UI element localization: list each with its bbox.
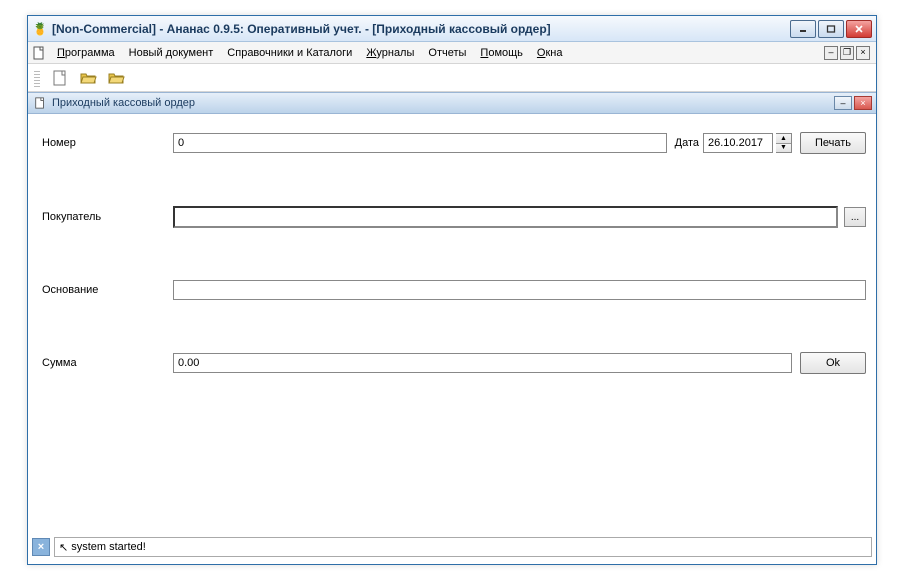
minimize-button[interactable] <box>790 20 816 38</box>
child-close-button[interactable]: × <box>854 96 872 110</box>
menu-reports[interactable]: Отчеты <box>421 45 473 61</box>
menu-windows[interactable]: Окна <box>530 45 570 61</box>
label-basis: Основание <box>38 284 173 296</box>
number-input[interactable] <box>173 133 667 153</box>
sum-input[interactable] <box>173 353 792 373</box>
menu-journals[interactable]: Журналы <box>359 45 421 61</box>
row-buyer: Покупатель ... <box>38 206 866 228</box>
document-icon <box>32 46 46 60</box>
window-title: [Non-Commercial] - Ананас 0.9.5: Операти… <box>52 22 790 36</box>
row-sum: Сумма Ok <box>38 352 866 374</box>
menu-new-document[interactable]: Новый документ <box>122 45 221 61</box>
child-minimize-button[interactable]: – <box>834 96 852 110</box>
child-window-title: Приходный кассовый ордер <box>52 97 834 109</box>
row-basis: Основание <box>38 280 866 300</box>
status-pointer-icon: ↖ <box>59 541 68 554</box>
mdi-controls: – ❐ × <box>824 46 870 60</box>
status-message-box: ↖ system started! <box>54 537 872 557</box>
label-buyer: Покупатель <box>38 211 173 223</box>
child-document-icon <box>32 95 48 111</box>
label-date: Дата <box>675 137 699 149</box>
label-sum: Сумма <box>38 357 173 369</box>
mdi-minimize-button[interactable]: – <box>824 46 838 60</box>
ok-button[interactable]: Ok <box>800 352 866 374</box>
child-window: Приходный кассовый ордер – × Номер Дата … <box>28 92 876 484</box>
mdi-close-button[interactable]: × <box>856 46 870 60</box>
menu-catalogs[interactable]: Справочники и Каталоги <box>220 45 359 61</box>
menu-help[interactable]: Помощь <box>473 45 530 61</box>
buyer-input[interactable] <box>173 206 838 228</box>
status-message-text: system started! <box>71 541 146 553</box>
toolbar-new-icon[interactable] <box>49 67 71 89</box>
toolbar-open2-icon[interactable] <box>105 67 127 89</box>
maximize-button[interactable] <box>818 20 844 38</box>
mdi-restore-button[interactable]: ❐ <box>840 46 854 60</box>
menu-journals-rest: урналы <box>376 47 414 59</box>
close-button[interactable] <box>846 20 872 38</box>
print-button[interactable]: Печать <box>800 132 866 154</box>
date-input[interactable] <box>703 133 773 153</box>
spin-down-icon[interactable]: ▼ <box>776 144 791 153</box>
label-number: Номер <box>38 137 173 149</box>
main-window: 🍍 [Non-Commercial] - Ананас 0.9.5: Опера… <box>27 15 877 565</box>
titlebar: 🍍 [Non-Commercial] - Ананас 0.9.5: Опера… <box>28 16 876 42</box>
status-close-icon[interactable]: × <box>32 538 50 556</box>
menu-program[interactable]: Программа <box>50 45 122 61</box>
statusbar: × ↖ system started! <box>32 536 872 558</box>
menu-help-rest: омощь <box>488 47 523 59</box>
toolbar <box>28 64 876 92</box>
toolbar-grip <box>34 69 40 87</box>
form-area: Номер Дата ▲ ▼ Печать Покупатель ... <box>28 114 876 484</box>
menubar: Программа Новый документ Справочники и К… <box>28 42 876 64</box>
window-controls <box>790 20 872 38</box>
basis-input[interactable] <box>173 280 866 300</box>
toolbar-open-icon[interactable] <box>77 67 99 89</box>
date-spinner[interactable]: ▲ ▼ <box>776 133 792 153</box>
app-icon: 🍍 <box>32 21 48 37</box>
menu-program-rest: рограмма <box>65 47 115 59</box>
buyer-browse-button[interactable]: ... <box>844 207 866 227</box>
spin-up-icon[interactable]: ▲ <box>776 134 791 144</box>
row-number: Номер Дата ▲ ▼ Печать <box>38 132 866 154</box>
child-titlebar: Приходный кассовый ордер – × <box>28 92 876 114</box>
menu-windows-rest: кна <box>545 47 562 59</box>
